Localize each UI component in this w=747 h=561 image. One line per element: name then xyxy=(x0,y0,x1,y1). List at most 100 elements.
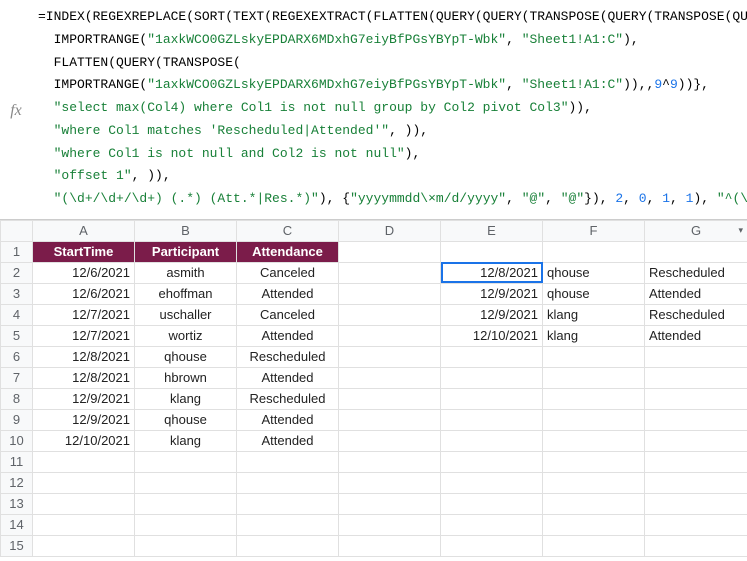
cell[interactable]: qhouse xyxy=(135,409,237,430)
cell[interactable] xyxy=(543,367,645,388)
cell[interactable]: wortiz xyxy=(135,325,237,346)
cell[interactable] xyxy=(441,451,543,472)
cell[interactable] xyxy=(237,514,339,535)
cell[interactable] xyxy=(543,241,645,262)
cell[interactable] xyxy=(543,514,645,535)
cell[interactable] xyxy=(339,262,441,283)
cell[interactable] xyxy=(339,451,441,472)
cell[interactable]: 12/10/2021 xyxy=(33,430,135,451)
cell[interactable]: 12/9/2021 xyxy=(441,304,543,325)
corner-cell[interactable] xyxy=(1,220,33,241)
cell[interactable]: Rescheduled xyxy=(645,262,747,283)
cell[interactable] xyxy=(339,430,441,451)
cell[interactable] xyxy=(441,514,543,535)
cell[interactable]: Attended xyxy=(237,409,339,430)
cell[interactable]: ehoffman xyxy=(135,283,237,304)
cell[interactable] xyxy=(339,367,441,388)
cell[interactable] xyxy=(339,346,441,367)
cell[interactable]: Attended xyxy=(645,283,747,304)
cell[interactable] xyxy=(339,304,441,325)
cell[interactable] xyxy=(135,514,237,535)
col-header-b[interactable]: B xyxy=(135,220,237,241)
row-header[interactable]: 11 xyxy=(1,451,33,472)
cell[interactable]: klang xyxy=(135,430,237,451)
cell[interactable] xyxy=(645,493,747,514)
row-header[interactable]: 4 xyxy=(1,304,33,325)
formula-bar[interactable]: =INDEX(REGEXREPLACE(SORT(TEXT(REGEXEXTRA… xyxy=(32,4,747,213)
cell[interactable] xyxy=(645,388,747,409)
cell[interactable] xyxy=(645,472,747,493)
row-header[interactable]: 12 xyxy=(1,472,33,493)
table-header-attendance[interactable]: Attendance xyxy=(237,241,339,262)
cell[interactable] xyxy=(441,535,543,556)
cell[interactable] xyxy=(237,472,339,493)
cell[interactable]: 12/9/2021 xyxy=(33,409,135,430)
cell[interactable]: 12/8/2021 xyxy=(33,346,135,367)
cell[interactable]: 12/9/2021 xyxy=(441,283,543,304)
cell[interactable]: 12/10/2021 xyxy=(441,325,543,346)
row-header[interactable]: 10 xyxy=(1,430,33,451)
row-header[interactable]: 5 xyxy=(1,325,33,346)
col-header-d[interactable]: D xyxy=(339,220,441,241)
cell[interactable] xyxy=(441,367,543,388)
cell[interactable] xyxy=(33,493,135,514)
cell[interactable]: Attended xyxy=(237,430,339,451)
cell[interactable]: 12/6/2021 xyxy=(33,283,135,304)
cell[interactable] xyxy=(135,493,237,514)
cell[interactable] xyxy=(543,493,645,514)
cell[interactable]: asmith xyxy=(135,262,237,283)
cell[interactable] xyxy=(645,535,747,556)
cell[interactable]: Attended xyxy=(237,283,339,304)
selected-cell[interactable]: 12/8/2021 xyxy=(441,262,543,283)
cell[interactable]: Rescheduled xyxy=(237,388,339,409)
cell[interactable]: hbrown xyxy=(135,367,237,388)
cell[interactable] xyxy=(237,451,339,472)
cell[interactable] xyxy=(33,535,135,556)
cell[interactable] xyxy=(339,283,441,304)
col-header-a[interactable]: A xyxy=(33,220,135,241)
cell[interactable] xyxy=(645,367,747,388)
cell[interactable] xyxy=(645,346,747,367)
cell[interactable] xyxy=(339,409,441,430)
cell[interactable] xyxy=(543,430,645,451)
table-header-starttime[interactable]: StartTime xyxy=(33,241,135,262)
cell[interactable] xyxy=(645,514,747,535)
row-header[interactable]: 3 xyxy=(1,283,33,304)
cell[interactable] xyxy=(339,535,441,556)
cell[interactable] xyxy=(441,493,543,514)
row-header[interactable]: 7 xyxy=(1,367,33,388)
col-header-e[interactable]: E xyxy=(441,220,543,241)
row-header[interactable]: 8 xyxy=(1,388,33,409)
cell[interactable]: klang xyxy=(543,325,645,346)
cell[interactable] xyxy=(645,409,747,430)
table-header-participant[interactable]: Participant xyxy=(135,241,237,262)
cell[interactable] xyxy=(135,535,237,556)
cell[interactable]: Attended xyxy=(237,325,339,346)
row-header[interactable]: 1 xyxy=(1,241,33,262)
cell[interactable] xyxy=(543,451,645,472)
cell[interactable] xyxy=(441,472,543,493)
cell[interactable]: qhouse xyxy=(135,346,237,367)
row-header[interactable]: 6 xyxy=(1,346,33,367)
cell[interactable] xyxy=(339,325,441,346)
cell[interactable]: 12/8/2021 xyxy=(33,367,135,388)
cell[interactable]: Attended xyxy=(645,325,747,346)
cell[interactable] xyxy=(645,430,747,451)
cell[interactable]: 12/6/2021 xyxy=(33,262,135,283)
cell[interactable] xyxy=(645,241,747,262)
cell[interactable]: klang xyxy=(543,304,645,325)
cell[interactable] xyxy=(135,451,237,472)
cell[interactable] xyxy=(645,451,747,472)
cell[interactable] xyxy=(543,535,645,556)
cell[interactable] xyxy=(339,472,441,493)
cell[interactable] xyxy=(543,472,645,493)
cell[interactable]: 12/9/2021 xyxy=(33,388,135,409)
cell[interactable] xyxy=(441,430,543,451)
cell[interactable] xyxy=(543,409,645,430)
cell[interactable] xyxy=(441,409,543,430)
cell[interactable] xyxy=(543,388,645,409)
cell[interactable]: 12/7/2021 xyxy=(33,304,135,325)
col-header-c[interactable]: C xyxy=(237,220,339,241)
cell[interactable] xyxy=(33,451,135,472)
cell[interactable] xyxy=(33,514,135,535)
